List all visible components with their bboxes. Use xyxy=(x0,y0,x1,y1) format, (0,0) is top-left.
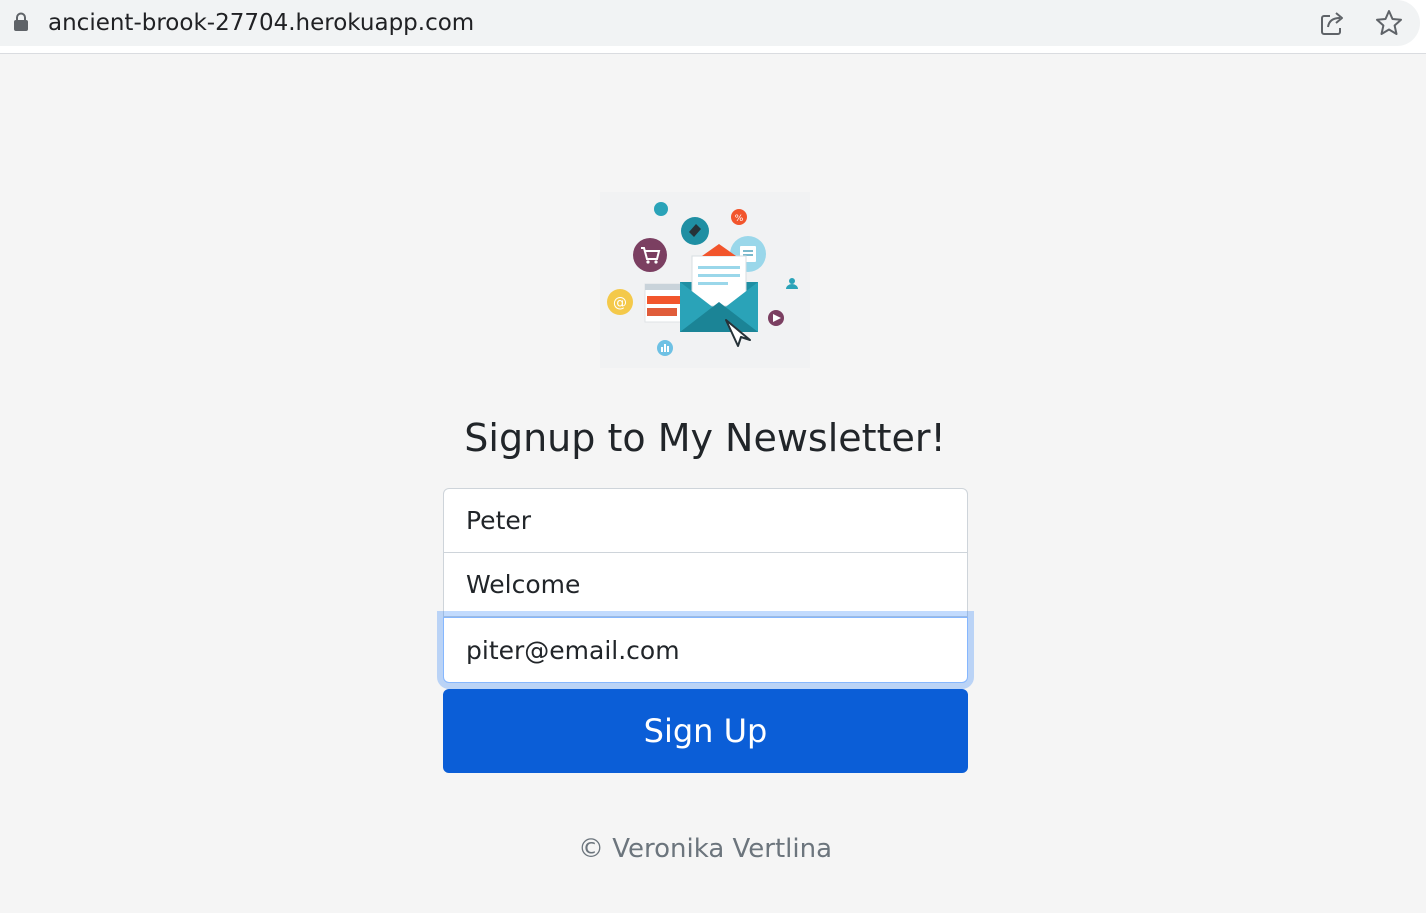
page-title: Signup to My Newsletter! xyxy=(464,416,946,460)
footer-copyright: © Veronika Vertlina xyxy=(577,834,833,864)
newsletter-illustration: % @ xyxy=(600,192,810,368)
signup-form: Sign Up xyxy=(443,488,968,773)
svg-text:@: @ xyxy=(613,295,627,311)
share-icon[interactable] xyxy=(1318,8,1348,38)
star-icon[interactable] xyxy=(1374,8,1404,38)
omnibox[interactable]: ancient-brook-27704.herokuapp.com xyxy=(0,0,1420,46)
sign-up-button[interactable]: Sign Up xyxy=(443,689,968,773)
browser-address-bar: ancient-brook-27704.herokuapp.com xyxy=(0,0,1426,54)
svg-text:%: % xyxy=(735,214,744,224)
last-name-input[interactable] xyxy=(443,553,968,617)
email-input[interactable] xyxy=(443,617,968,683)
url-text[interactable]: ancient-brook-27704.herokuapp.com xyxy=(48,8,474,38)
first-name-input[interactable] xyxy=(443,488,968,553)
lock-icon[interactable] xyxy=(12,12,30,32)
